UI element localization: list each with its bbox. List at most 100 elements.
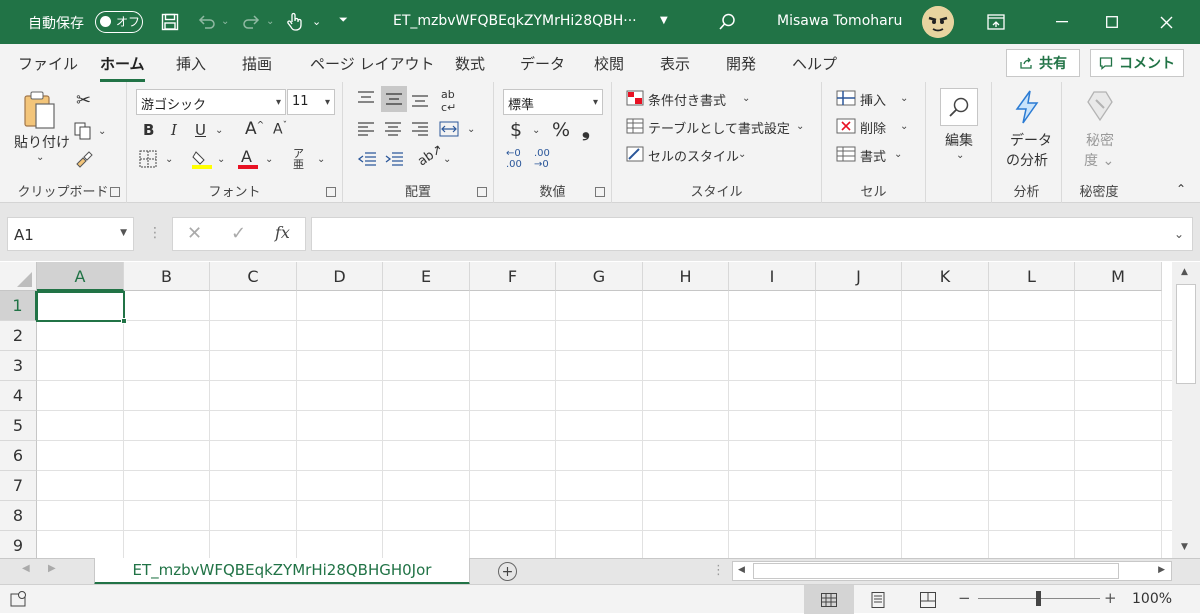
insert-cells-button[interactable]: 挿入 bbox=[860, 90, 886, 109]
vertical-scroll-thumb[interactable] bbox=[1176, 284, 1196, 384]
column-header-g[interactable]: G bbox=[556, 262, 643, 291]
column-header-b[interactable]: B bbox=[124, 262, 210, 291]
copy-icon[interactable] bbox=[74, 122, 92, 144]
align-left-icon[interactable] bbox=[357, 120, 375, 142]
column-header-a[interactable]: A bbox=[37, 262, 124, 291]
redo-dropdown-icon[interactable]: ⌄ bbox=[266, 16, 274, 27]
tab-review[interactable]: 校閲 bbox=[594, 53, 624, 74]
tab-split-grip-icon[interactable]: ⋮ bbox=[712, 563, 725, 578]
scroll-right-icon[interactable]: ▶ bbox=[1158, 565, 1165, 575]
sensitivity-label-2[interactable]: 度 ⌄ bbox=[1084, 150, 1114, 170]
increase-font-size-icon[interactable]: A^ bbox=[245, 119, 264, 139]
comma-style-icon[interactable]: ❟ bbox=[582, 117, 590, 141]
formula-bar-grip-icon[interactable]: ⋮ bbox=[148, 225, 162, 241]
customize-qat-icon[interactable]: ⏷ bbox=[339, 13, 348, 27]
new-sheet-icon[interactable]: + bbox=[498, 562, 517, 581]
fill-handle[interactable] bbox=[121, 318, 127, 324]
user-name[interactable]: Misawa Tomoharu bbox=[777, 13, 902, 29]
conditional-dropdown-icon[interactable]: ⌄ bbox=[742, 93, 750, 104]
column-header-m[interactable]: M bbox=[1075, 262, 1162, 291]
bold-button[interactable]: B bbox=[143, 121, 154, 139]
column-header-j[interactable]: J bbox=[816, 262, 902, 291]
zoom-slider-thumb[interactable] bbox=[1036, 591, 1041, 606]
file-name[interactable]: ET_mzbvWFQBEqkZYMrHi28QBH··· bbox=[393, 13, 637, 29]
format-cells-button[interactable]: 書式 bbox=[860, 146, 886, 165]
tab-insert[interactable]: 挿入 bbox=[176, 53, 206, 74]
fill-color-dropdown-icon[interactable]: ⌄ bbox=[217, 154, 225, 165]
insert-cells-dropdown-icon[interactable]: ⌄ bbox=[900, 93, 908, 104]
analyze-data-icon[interactable] bbox=[1014, 90, 1040, 128]
increase-indent-icon[interactable] bbox=[384, 150, 404, 172]
cancel-entry-icon[interactable]: ✕ bbox=[187, 223, 202, 244]
format-painter-icon[interactable] bbox=[74, 150, 94, 174]
delete-cells-button[interactable]: 削除 bbox=[860, 118, 886, 137]
touch-dropdown-icon[interactable]: ⌄ bbox=[312, 15, 321, 28]
scroll-left-icon[interactable]: ◀ bbox=[738, 565, 745, 575]
tab-developer[interactable]: 開発 bbox=[726, 53, 756, 74]
underline-dropdown-icon[interactable]: ⌄ bbox=[215, 125, 223, 136]
close-icon[interactable] bbox=[1146, 0, 1186, 44]
font-color-dropdown-icon[interactable]: ⌄ bbox=[265, 154, 273, 165]
minimize-icon[interactable] bbox=[1042, 0, 1082, 44]
column-header-k[interactable]: K bbox=[902, 262, 989, 291]
column-header-e[interactable]: E bbox=[383, 262, 470, 291]
select-all-button[interactable] bbox=[0, 262, 37, 291]
filename-dropdown-icon[interactable]: ▼ bbox=[660, 15, 668, 26]
merge-center-icon[interactable] bbox=[439, 120, 459, 142]
merge-dropdown-icon[interactable]: ⌄ bbox=[467, 124, 475, 135]
sensitivity-icon[interactable] bbox=[1086, 88, 1114, 126]
tab-draw[interactable]: 描画 bbox=[242, 53, 272, 74]
zoom-in-icon[interactable]: + bbox=[1104, 589, 1117, 607]
confirm-entry-icon[interactable]: ✓ bbox=[231, 223, 246, 244]
align-bottom-icon[interactable] bbox=[411, 90, 429, 112]
column-header-c[interactable]: C bbox=[210, 262, 297, 291]
scroll-down-icon[interactable]: ▼ bbox=[1181, 542, 1188, 552]
maximize-icon[interactable] bbox=[1092, 0, 1132, 44]
undo-icon[interactable] bbox=[192, 0, 220, 44]
decrease-font-size-icon[interactable]: Aˇ bbox=[273, 121, 287, 138]
redo-icon[interactable] bbox=[238, 0, 266, 44]
comments-button[interactable]: コメント bbox=[1090, 49, 1184, 77]
delete-cells-dropdown-icon[interactable]: ⌄ bbox=[900, 121, 908, 132]
row-header-6[interactable]: 6 bbox=[0, 441, 37, 471]
tab-home[interactable]: ホーム bbox=[100, 53, 145, 82]
number-format-select[interactable]: 標準 ▾ bbox=[503, 89, 603, 115]
align-right-icon[interactable] bbox=[411, 120, 429, 142]
row-header-3[interactable]: 3 bbox=[0, 351, 37, 381]
increase-decimal-icon[interactable]: ←0.00 bbox=[506, 148, 522, 170]
tab-formulas[interactable]: 数式 bbox=[455, 53, 485, 74]
insert-function-icon[interactable]: fx bbox=[275, 223, 290, 242]
phonetic-dropdown-icon[interactable]: ⌄ bbox=[317, 154, 325, 165]
align-center-icon[interactable] bbox=[384, 120, 402, 142]
cell-styles-dropdown-icon[interactable]: ⌄ bbox=[738, 149, 746, 160]
accounting-format-icon[interactable]: $ bbox=[510, 119, 522, 141]
row-header-7[interactable]: 7 bbox=[0, 471, 37, 501]
column-header-l[interactable]: L bbox=[989, 262, 1075, 291]
normal-view-icon[interactable] bbox=[804, 585, 854, 614]
number-dialog-launcher-icon[interactable] bbox=[595, 187, 605, 197]
active-cell[interactable] bbox=[36, 291, 125, 322]
alignment-dialog-launcher-icon[interactable] bbox=[477, 187, 487, 197]
row-header-9[interactable]: 9 bbox=[0, 531, 37, 558]
tab-data[interactable]: データ bbox=[520, 53, 565, 74]
search-icon[interactable] bbox=[712, 0, 742, 44]
percent-style-icon[interactable]: % bbox=[552, 119, 570, 141]
conditional-formatting-button[interactable]: 条件付き書式 bbox=[648, 90, 726, 109]
next-sheet-icon[interactable]: ▶ bbox=[48, 563, 56, 574]
orientation-dropdown-icon[interactable]: ⌄ bbox=[443, 154, 451, 165]
editing-dropdown-icon[interactable]: ⌄ bbox=[956, 150, 964, 161]
cell-styles-button[interactable]: セルのスタイル bbox=[648, 146, 739, 165]
align-top-icon[interactable] bbox=[357, 90, 375, 112]
worksheet-grid[interactable]: ABCDEFGHIJKLM 123456789 bbox=[0, 262, 1172, 558]
sensitivity-label-1[interactable]: 秘密 bbox=[1086, 130, 1114, 150]
zoom-level[interactable]: 100% bbox=[1132, 591, 1172, 607]
row-header-5[interactable]: 5 bbox=[0, 411, 37, 441]
clipboard-dialog-launcher-icon[interactable] bbox=[110, 187, 120, 197]
underline-button[interactable]: U bbox=[195, 121, 206, 139]
formula-input[interactable]: ⌄ bbox=[311, 217, 1193, 251]
format-table-dropdown-icon[interactable]: ⌄ bbox=[796, 121, 804, 132]
page-break-view-icon[interactable] bbox=[920, 592, 936, 612]
autosave-toggle[interactable]: オフ bbox=[95, 11, 143, 33]
tab-help[interactable]: ヘルプ bbox=[792, 53, 837, 74]
sheet-tab-active[interactable]: ET_mzbvWFQBEqkZYMrHi28QBHGH0Jor bbox=[94, 558, 470, 585]
